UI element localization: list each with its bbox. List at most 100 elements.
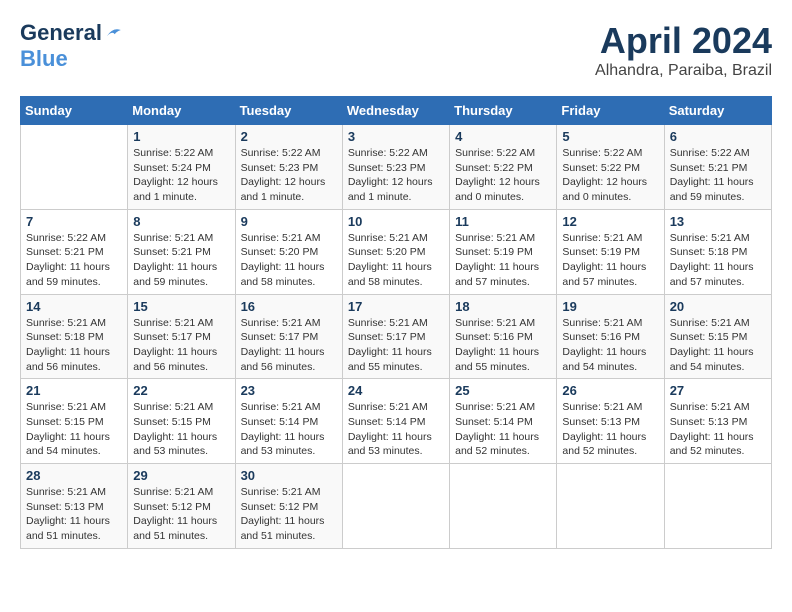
week-row-5: 28Sunrise: 5:21 AMSunset: 5:13 PMDayligh… xyxy=(21,464,772,549)
day-info: Sunrise: 5:22 AMSunset: 5:22 PMDaylight:… xyxy=(562,146,658,205)
day-number: 3 xyxy=(348,129,444,144)
week-row-4: 21 Sunrise: 5:21 AMSunset: 5:15 PMDayligh… xyxy=(21,379,772,464)
calendar-cell: 15Sunrise: 5:21 AMSunset: 5:17 PMDayligh… xyxy=(128,294,235,379)
calendar-cell: 12Sunrise: 5:21 AMSunset: 5:19 PMDayligh… xyxy=(557,209,664,294)
calendar-cell: 16 Sunrise: 5:21 AMSunset: 5:17 PMDayligh… xyxy=(235,294,342,379)
calendar-cell: 1Sunrise: 5:22 AMSunset: 5:24 PMDaylight… xyxy=(128,125,235,210)
day-number: 22 xyxy=(133,383,229,398)
calendar-cell: 21 Sunrise: 5:21 AMSunset: 5:15 PMDayligh… xyxy=(21,379,128,464)
day-info: Sunrise: 5:22 AMSunset: 5:22 PMDaylight:… xyxy=(455,146,551,205)
calendar-cell: 11 Sunrise: 5:21 AMSunset: 5:19 PMDayligh… xyxy=(450,209,557,294)
logo: General Blue xyxy=(20,20,122,72)
weekday-header-monday: Monday xyxy=(128,97,235,125)
day-number: 30 xyxy=(241,468,337,483)
day-number: 25 xyxy=(455,383,551,398)
day-info: Sunrise: 5:21 AMSunset: 5:21 PMDaylight:… xyxy=(133,231,229,290)
day-number: 6 xyxy=(670,129,766,144)
logo-blue: Blue xyxy=(20,46,68,71)
day-info: Sunrise: 5:21 AMSunset: 5:18 PMDaylight:… xyxy=(26,316,122,375)
calendar-cell: 8 Sunrise: 5:21 AMSunset: 5:21 PMDaylight… xyxy=(128,209,235,294)
day-number: 27 xyxy=(670,383,766,398)
day-number: 2 xyxy=(241,129,337,144)
day-info: Sunrise: 5:21 AMSunset: 5:16 PMDaylight:… xyxy=(562,316,658,375)
calendar-cell: 17Sunrise: 5:21 AMSunset: 5:17 PMDayligh… xyxy=(342,294,449,379)
day-info: Sunrise: 5:21 AMSunset: 5:12 PMDaylight:… xyxy=(241,485,337,544)
calendar-cell: 18 Sunrise: 5:21 AMSunset: 5:16 PMDayligh… xyxy=(450,294,557,379)
day-info: Sunrise: 5:21 AMSunset: 5:20 PMDaylight:… xyxy=(241,231,337,290)
calendar-cell: 19 Sunrise: 5:21 AMSunset: 5:16 PMDayligh… xyxy=(557,294,664,379)
calendar-cell: 25 Sunrise: 5:21 AMSunset: 5:14 PMDayligh… xyxy=(450,379,557,464)
day-number: 4 xyxy=(455,129,551,144)
calendar-cell: 30 Sunrise: 5:21 AMSunset: 5:12 PMDayligh… xyxy=(235,464,342,549)
day-info: Sunrise: 5:21 AMSunset: 5:17 PMDaylight:… xyxy=(133,316,229,375)
calendar-cell: 3 Sunrise: 5:22 AMSunset: 5:23 PMDaylight… xyxy=(342,125,449,210)
day-number: 7 xyxy=(26,214,122,229)
day-info: Sunrise: 5:21 AMSunset: 5:13 PMDaylight:… xyxy=(670,400,766,459)
day-info: Sunrise: 5:21 AMSunset: 5:16 PMDaylight:… xyxy=(455,316,551,375)
day-info: Sunrise: 5:22 AMSunset: 5:23 PMDaylight:… xyxy=(241,146,337,205)
day-number: 16 xyxy=(241,299,337,314)
calendar-cell xyxy=(21,125,128,210)
calendar-cell: 20Sunrise: 5:21 AMSunset: 5:15 PMDayligh… xyxy=(664,294,771,379)
calendar-cell: 27 Sunrise: 5:21 AMSunset: 5:13 PMDayligh… xyxy=(664,379,771,464)
day-number: 5 xyxy=(562,129,658,144)
day-number: 23 xyxy=(241,383,337,398)
day-info: Sunrise: 5:21 AMSunset: 5:20 PMDaylight:… xyxy=(348,231,444,290)
weekday-header-wednesday: Wednesday xyxy=(342,97,449,125)
day-info: Sunrise: 5:22 AMSunset: 5:21 PMDaylight:… xyxy=(26,231,122,290)
calendar-cell: 26Sunrise: 5:21 AMSunset: 5:13 PMDayligh… xyxy=(557,379,664,464)
day-number: 9 xyxy=(241,214,337,229)
calendar-cell xyxy=(664,464,771,549)
calendar-table: SundayMondayTuesdayWednesdayThursdayFrid… xyxy=(20,96,772,549)
calendar-cell: 28Sunrise: 5:21 AMSunset: 5:13 PMDayligh… xyxy=(21,464,128,549)
calendar-cell: 10Sunrise: 5:21 AMSunset: 5:20 PMDayligh… xyxy=(342,209,449,294)
day-number: 8 xyxy=(133,214,229,229)
calendar-cell: 24 Sunrise: 5:21 AMSunset: 5:14 PMDayligh… xyxy=(342,379,449,464)
week-row-2: 7 Sunrise: 5:22 AMSunset: 5:21 PMDaylight… xyxy=(21,209,772,294)
calendar-cell: 13 Sunrise: 5:21 AMSunset: 5:18 PMDayligh… xyxy=(664,209,771,294)
day-info: Sunrise: 5:22 AMSunset: 5:23 PMDaylight:… xyxy=(348,146,444,205)
calendar-cell: 22 Sunrise: 5:21 AMSunset: 5:15 PMDayligh… xyxy=(128,379,235,464)
day-info: Sunrise: 5:21 AMSunset: 5:14 PMDaylight:… xyxy=(241,400,337,459)
calendar-cell: 7 Sunrise: 5:22 AMSunset: 5:21 PMDaylight… xyxy=(21,209,128,294)
weekday-header-row: SundayMondayTuesdayWednesdayThursdayFrid… xyxy=(21,97,772,125)
day-info: Sunrise: 5:21 AMSunset: 5:17 PMDaylight:… xyxy=(348,316,444,375)
day-number: 21 xyxy=(26,383,122,398)
day-info: Sunrise: 5:21 AMSunset: 5:14 PMDaylight:… xyxy=(348,400,444,459)
title-block: April 2024 Alhandra, Paraiba, Brazil xyxy=(595,20,772,80)
day-info: Sunrise: 5:21 AMSunset: 5:19 PMDaylight:… xyxy=(562,231,658,290)
day-number: 20 xyxy=(670,299,766,314)
day-number: 11 xyxy=(455,214,551,229)
day-info: Sunrise: 5:21 AMSunset: 5:15 PMDaylight:… xyxy=(133,400,229,459)
logo-general: General xyxy=(20,20,102,46)
day-info: Sunrise: 5:21 AMSunset: 5:12 PMDaylight:… xyxy=(133,485,229,544)
calendar-cell: 14Sunrise: 5:21 AMSunset: 5:18 PMDayligh… xyxy=(21,294,128,379)
day-number: 19 xyxy=(562,299,658,314)
day-info: Sunrise: 5:21 AMSunset: 5:14 PMDaylight:… xyxy=(455,400,551,459)
calendar-cell: 4 Sunrise: 5:22 AMSunset: 5:22 PMDaylight… xyxy=(450,125,557,210)
calendar-cell xyxy=(450,464,557,549)
day-info: Sunrise: 5:21 AMSunset: 5:19 PMDaylight:… xyxy=(455,231,551,290)
calendar-cell: 23 Sunrise: 5:21 AMSunset: 5:14 PMDayligh… xyxy=(235,379,342,464)
weekday-header-friday: Friday xyxy=(557,97,664,125)
day-number: 24 xyxy=(348,383,444,398)
logo-bird-icon xyxy=(104,24,122,42)
day-info: Sunrise: 5:21 AMSunset: 5:18 PMDaylight:… xyxy=(670,231,766,290)
weekday-header-thursday: Thursday xyxy=(450,97,557,125)
day-number: 29 xyxy=(133,468,229,483)
day-info: Sunrise: 5:22 AMSunset: 5:24 PMDaylight:… xyxy=(133,146,229,205)
day-info: Sunrise: 5:21 AMSunset: 5:13 PMDaylight:… xyxy=(562,400,658,459)
calendar-cell: 6 Sunrise: 5:22 AMSunset: 5:21 PMDaylight… xyxy=(664,125,771,210)
calendar-cell: 2 Sunrise: 5:22 AMSunset: 5:23 PMDaylight… xyxy=(235,125,342,210)
day-info: Sunrise: 5:21 AMSunset: 5:15 PMDaylight:… xyxy=(26,400,122,459)
day-number: 13 xyxy=(670,214,766,229)
calendar-title: April 2024 xyxy=(595,20,772,62)
day-number: 28 xyxy=(26,468,122,483)
day-info: Sunrise: 5:21 AMSunset: 5:17 PMDaylight:… xyxy=(241,316,337,375)
calendar-cell: 9 Sunrise: 5:21 AMSunset: 5:20 PMDaylight… xyxy=(235,209,342,294)
day-info: Sunrise: 5:22 AMSunset: 5:21 PMDaylight:… xyxy=(670,146,766,205)
day-number: 18 xyxy=(455,299,551,314)
calendar-cell: 29 Sunrise: 5:21 AMSunset: 5:12 PMDayligh… xyxy=(128,464,235,549)
calendar-cell xyxy=(557,464,664,549)
weekday-header-sunday: Sunday xyxy=(21,97,128,125)
